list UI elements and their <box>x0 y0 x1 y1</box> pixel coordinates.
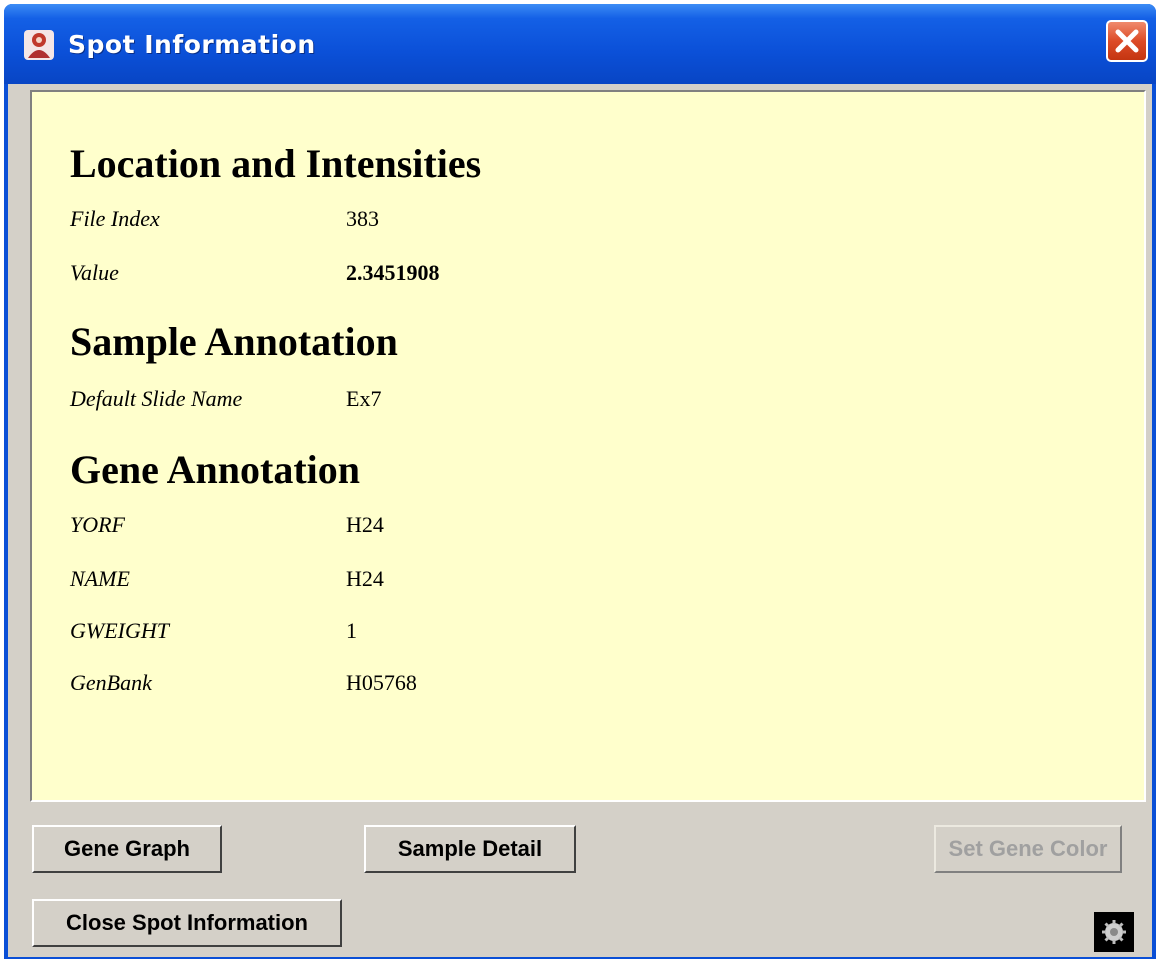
spot-information-window: Spot Information Location and Intensitie… <box>4 4 1156 959</box>
label-yorf: YORF <box>70 512 125 537</box>
status-corner-icon <box>1094 912 1134 952</box>
spot-info-panel: Location and Intensities File Index 383 … <box>30 90 1146 802</box>
set-gene-color-button: Set Gene Color <box>934 825 1122 873</box>
gene-graph-button[interactable]: Gene Graph <box>32 825 222 873</box>
value-gweight: 1 <box>346 618 357 643</box>
value-file-index: 383 <box>346 206 379 231</box>
section-title-gene-annotation: Gene Annotation <box>70 447 361 492</box>
window-title: Spot Information <box>68 30 316 59</box>
label-name: NAME <box>70 566 130 591</box>
dialog-body: Location and Intensities File Index 383 … <box>8 84 1152 957</box>
section-title-sample-annotation: Sample Annotation <box>70 319 398 364</box>
close-icon <box>1115 29 1139 53</box>
value-default-slide-name: Ex7 <box>346 386 382 411</box>
label-value: Value <box>70 260 119 285</box>
section-title-location: Location and Intensities <box>70 141 482 186</box>
label-gweight: GWEIGHT <box>70 618 169 643</box>
close-spot-information-button[interactable]: Close Spot Information <box>32 899 342 947</box>
gear-icon <box>1102 920 1126 944</box>
sample-detail-button[interactable]: Sample Detail <box>364 825 576 873</box>
value-value: 2.3451908 <box>346 260 440 285</box>
label-default-slide-name: Default Slide Name <box>70 386 243 411</box>
label-file-index: File Index <box>70 206 160 231</box>
value-name: H24 <box>346 566 384 591</box>
value-genbank: H05768 <box>346 670 417 695</box>
title-bar[interactable]: Spot Information <box>4 4 1156 84</box>
value-yorf: H24 <box>346 512 384 537</box>
label-genbank: GenBank <box>70 670 152 695</box>
close-window-button[interactable] <box>1106 20 1148 62</box>
app-logo-icon <box>24 30 54 60</box>
